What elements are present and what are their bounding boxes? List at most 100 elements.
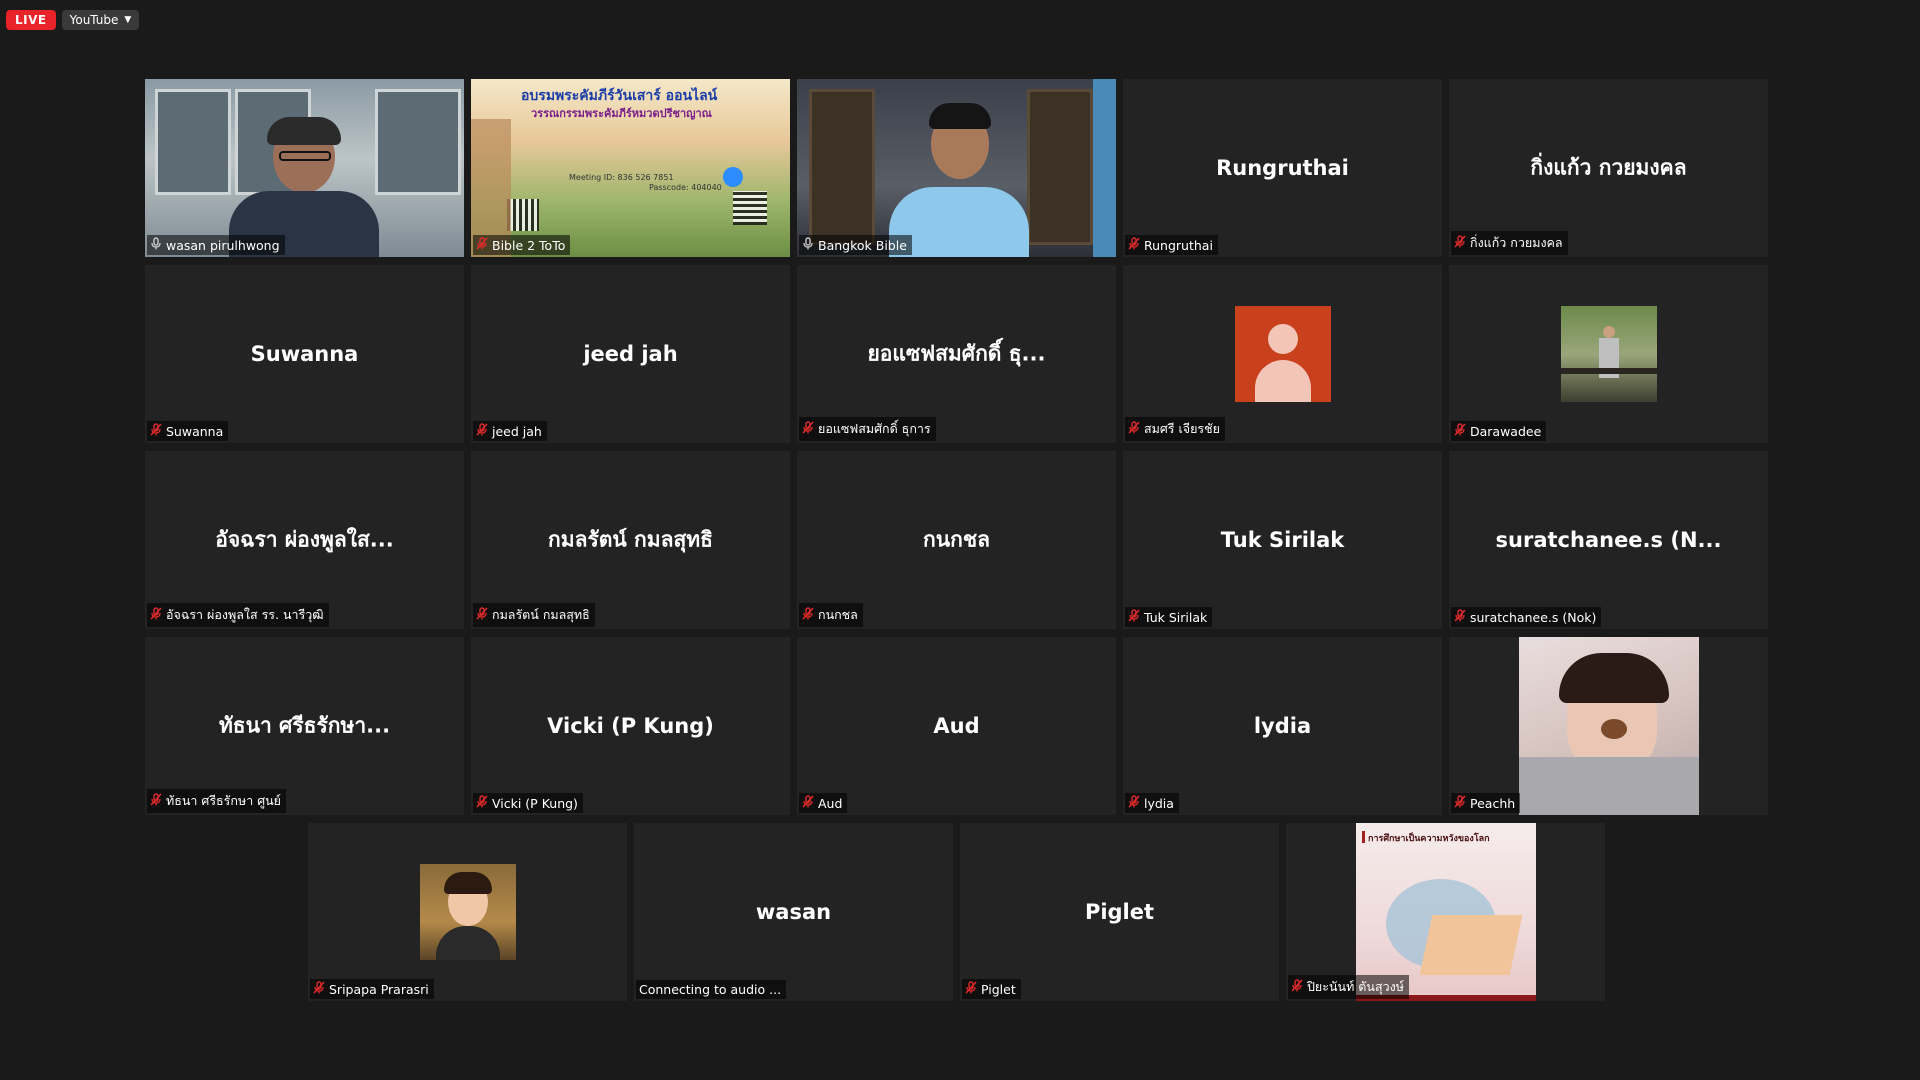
- participant-name-label: Peachh: [1451, 793, 1521, 813]
- participant-tile[interactable]: lydia lydia: [1123, 637, 1442, 815]
- mic-muted-icon: [802, 421, 814, 437]
- participant-name: Sripapa Prarasri: [329, 981, 429, 997]
- participant-name: Tuk Sirilak: [1144, 609, 1208, 625]
- mic-muted-icon: [1291, 979, 1303, 995]
- participant-tile[interactable]: สมศรี เจียรชัย: [1123, 265, 1442, 443]
- participant-name-label: Aud: [799, 793, 848, 813]
- participant-name-label: ยอแซฟสมศักดิ์ ธุการ: [799, 417, 936, 441]
- participant-tile[interactable]: กิ่งแก้ว กวยมงคล กิ่งแก้ว กวยมงคล: [1449, 79, 1768, 257]
- participant-tile[interactable]: Peachh: [1449, 637, 1768, 815]
- participant-name: ยอแซฟสมศักดิ์ ธุการ: [818, 421, 931, 436]
- qr-code-icon: [733, 191, 767, 225]
- participant-name: กนกชล: [818, 607, 858, 622]
- participant-tile[interactable]: Piglet Piglet: [960, 823, 1279, 1001]
- avatar: [1560, 306, 1657, 402]
- participant-name: jeed jah: [492, 423, 542, 439]
- participant-tile[interactable]: suratchanee.s (N... suratchanee.s (Nok): [1449, 451, 1768, 629]
- participant-name-label: กนกชล: [799, 603, 863, 627]
- avatar: [419, 864, 516, 960]
- participant-name-label: อัจฉรา ผ่องพูลใส รร. นารีวุฒิ: [147, 603, 329, 627]
- participant-display-name: กิ่งแก้ว กวยมงคล: [1530, 155, 1687, 180]
- participant-tile[interactable]: Bangkok Bible: [797, 79, 1116, 257]
- video-camera-icon: [723, 167, 743, 187]
- participant-name: Rungruthai: [1144, 237, 1213, 253]
- participant-display-name: Piglet: [1084, 900, 1155, 924]
- participant-tile[interactable]: jeed jah jeed jah: [471, 265, 790, 443]
- mic-muted-icon: [476, 423, 488, 439]
- mic-muted-icon: [1454, 795, 1466, 811]
- participant-name-label: suratchanee.s (Nok): [1451, 607, 1602, 627]
- participant-name-label: Darawadee: [1451, 421, 1547, 441]
- participant-tile[interactable]: Tuk Sirilak Tuk Sirilak: [1123, 451, 1442, 629]
- participant-name-label: สมศรี เจียรชัย: [1125, 417, 1225, 441]
- participant-name-label: Sripapa Prarasri: [310, 979, 434, 999]
- participant-tile[interactable]: Darawadee: [1449, 265, 1768, 443]
- participant-display-name: Tuk Sirilak: [1220, 528, 1345, 552]
- participant-name-label: ทัธนา ศรีธรักษา ศูนย์: [147, 789, 287, 813]
- participant-name-label: lydia: [1125, 793, 1179, 813]
- participant-tile[interactable]: ทัธนา ศรีธรักษา... ทัธนา ศรีธรักษา ศูนย์: [145, 637, 464, 815]
- participant-tile[interactable]: กนกชล กนกชล: [797, 451, 1116, 629]
- participant-name: Connecting to audio ...: [639, 982, 782, 997]
- participant-display-name: Vicki (P Kung): [547, 714, 714, 738]
- poster-subtitle: วรรณกรรมพระคัมภีร์หมวดปรีชาญาณ: [531, 107, 712, 120]
- participant-tile[interactable]: Vicki (P Kung) Vicki (P Kung): [471, 637, 790, 815]
- participant-display-name: กนกชล: [923, 527, 990, 552]
- mic-muted-icon: [1128, 237, 1140, 253]
- participant-name: กิ่งแก้ว กวยมงคล: [1470, 235, 1563, 250]
- participant-tile[interactable]: การศึกษาเป็นความหวังของโลกปิยะนันท์ ตันส…: [1286, 823, 1605, 1001]
- participant-tile[interactable]: wasan pirulhwong: [145, 79, 464, 257]
- mic-muted-icon: [802, 795, 814, 811]
- participant-tile[interactable]: Aud Aud: [797, 637, 1116, 815]
- participant-name-label: Piglet: [962, 979, 1021, 999]
- shared-poster: อบรมพระคัมภีร์วันเสาร์ ออนไลน์ วรรณกรรมพร…: [471, 79, 790, 257]
- participant-tile[interactable]: อบรมพระคัมภีร์วันเสาร์ ออนไลน์ วรรณกรรมพร…: [471, 79, 790, 257]
- participant-video: [797, 79, 1116, 257]
- participant-display-name: ทัธนา ศรีธรักษา...: [218, 713, 391, 738]
- participant-tile[interactable]: อัจฉรา ผ่องพูลใส... อัจฉรา ผ่องพูลใส รร. …: [145, 451, 464, 629]
- participant-display-name: กมลรัตน์ กมลสุทธิ: [548, 527, 713, 552]
- participant-name: ทัธนา ศรีธรักษา ศูนย์: [166, 793, 282, 808]
- participant-tile[interactable]: ยอแซฟสมศักดิ์ ธุ... ยอแซฟสมศักดิ์ ธุการ: [797, 265, 1116, 443]
- participant-tile[interactable]: Suwanna Suwanna: [145, 265, 464, 443]
- participant-name: Aud: [818, 795, 843, 811]
- avatar: [1234, 306, 1331, 402]
- book-cover-title: การศึกษาเป็นความหวังของโลก: [1368, 834, 1490, 844]
- mic-muted-icon: [476, 795, 488, 811]
- participant-display-name: jeed jah: [583, 342, 678, 366]
- participant-name-label: Bangkok Bible: [799, 235, 912, 255]
- participant-display-name: suratchanee.s (N...: [1495, 528, 1722, 552]
- participant-tile[interactable]: Sripapa Prarasri: [308, 823, 627, 1001]
- mic-muted-icon: [476, 237, 488, 253]
- participant-name-label: Bible 2 ToTo: [473, 235, 571, 255]
- participant-name: Bangkok Bible: [818, 237, 907, 253]
- participant-tile[interactable]: wasan Connecting to audio ...: [634, 823, 953, 1001]
- participant-tile[interactable]: กมลรัตน์ กมลสุทธิ กมลรัตน์ กมลสุทธิ: [471, 451, 790, 629]
- participant-name: ปิยะนันท์ ตันสุวงษ์: [1307, 979, 1404, 994]
- qr-code-icon: [507, 199, 539, 231]
- participant-name-label: ปิยะนันท์ ตันสุวงษ์: [1288, 975, 1409, 999]
- participant-name: Suwanna: [166, 423, 224, 439]
- participant-display-name: อัจฉรา ผ่องพูลใส...: [215, 527, 394, 552]
- participant-name-label: Vicki (P Kung): [473, 793, 583, 813]
- participant-name: Peachh: [1470, 795, 1516, 811]
- participant-display-name: Rungruthai: [1216, 156, 1349, 180]
- mic-muted-icon: [802, 607, 814, 623]
- mic-muted-icon: [150, 793, 162, 809]
- mic-muted-icon: [1128, 609, 1140, 625]
- participant-name: Piglet: [981, 981, 1016, 997]
- participant-display-name: Aud: [933, 714, 980, 738]
- participant-name-label: Connecting to audio ...: [636, 980, 787, 999]
- participant-display-name: Suwanna: [250, 342, 359, 366]
- participant-name: suratchanee.s (Nok): [1470, 609, 1597, 625]
- participant-name: wasan pirulhwong: [166, 237, 280, 253]
- participant-name-label: Suwanna: [147, 421, 229, 441]
- mic-muted-icon: [965, 981, 977, 997]
- mic-muted-icon: [1128, 421, 1140, 437]
- participant-display-name: wasan: [755, 900, 832, 924]
- participant-display-name: ยอแซฟสมศักดิ์ ธุ...: [867, 341, 1046, 366]
- participant-display-name: lydia: [1253, 714, 1312, 738]
- participant-tile[interactable]: Rungruthai Rungruthai: [1123, 79, 1442, 257]
- participant-name-label: กมลรัตน์ กมลสุทธิ: [473, 603, 595, 627]
- participant-name: Darawadee: [1470, 423, 1542, 439]
